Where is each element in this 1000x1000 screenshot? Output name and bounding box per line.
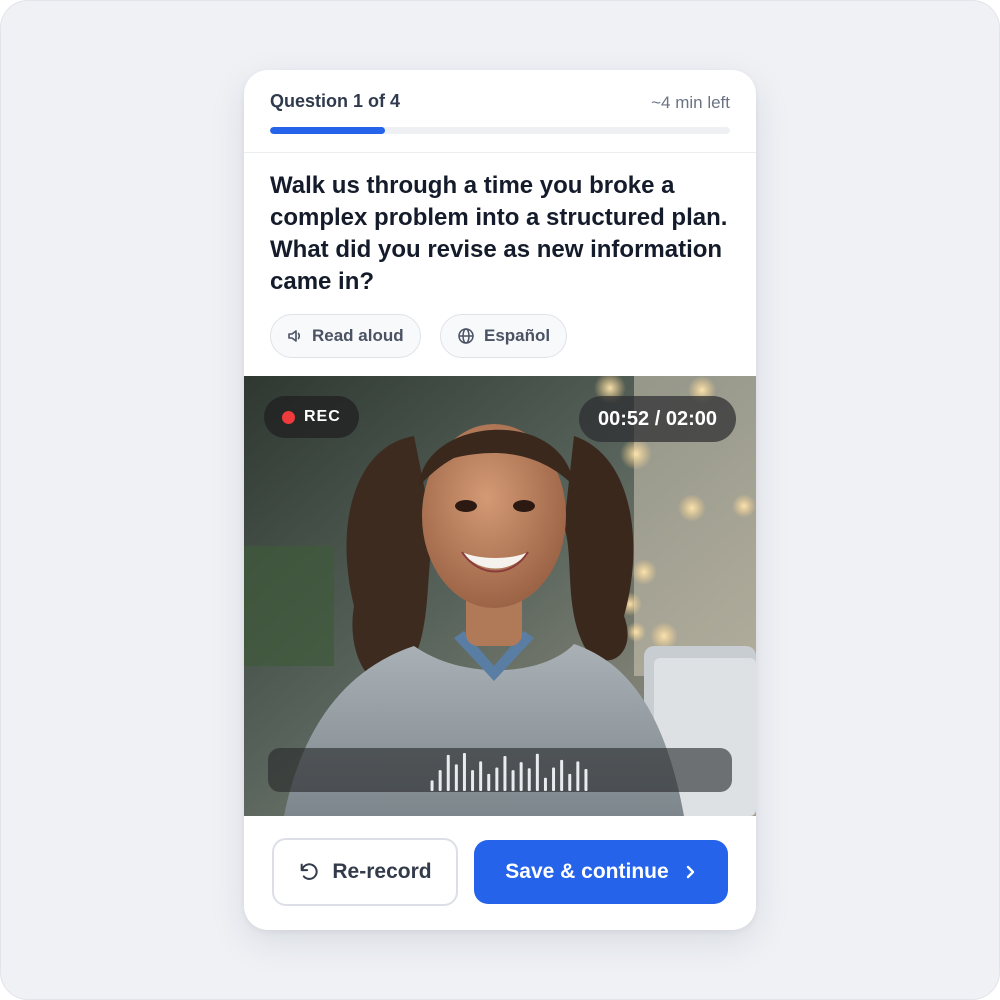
save-label: Save & continue [505, 860, 669, 883]
question-text: Walk us through a time you broke a compl… [270, 172, 728, 295]
camera-preview: REC 00:52 / 02:00 [244, 376, 756, 816]
audio-level-meter [268, 748, 732, 792]
waveform-bar [576, 761, 580, 791]
waveform [430, 753, 588, 791]
question-counter: Question 1 of 4 [270, 91, 401, 111]
question-card: Question 1 of 4 ~4 min left Walk us thro… [244, 70, 756, 930]
waveform-bar [527, 768, 531, 791]
waveform-bar [552, 767, 556, 791]
time-remaining: ~4 min left [651, 93, 730, 112]
waveform-bar [430, 780, 434, 791]
waveform-bar [568, 773, 572, 791]
waveform-bar [519, 762, 523, 791]
waveform-bar [543, 777, 547, 791]
waveform-bar [511, 770, 515, 791]
speaker-icon [288, 330, 301, 342]
waveform-bar [479, 761, 483, 791]
save-continue-button[interactable]: Save & continue [474, 840, 728, 904]
globe-icon [458, 328, 474, 344]
waveform-bar [503, 756, 507, 791]
progress-fill [270, 127, 385, 134]
waveform-bar [487, 773, 491, 791]
read-aloud-button[interactable]: Read aloud [270, 314, 421, 358]
waveform-bar [471, 770, 475, 791]
recording-dot-icon [282, 410, 295, 424]
waveform-bar [438, 770, 442, 791]
waveform-bar [495, 767, 499, 791]
rerecord-button[interactable]: Re-record [272, 838, 458, 906]
rerecord-label: Re-record [332, 860, 432, 883]
read-aloud-label: Read aloud [312, 326, 404, 345]
waveform-bar [446, 754, 450, 791]
recording-timer: 00:52 / 02:00 [579, 396, 736, 442]
language-button[interactable]: Español [440, 314, 568, 358]
card-footer: Re-record Save & continue [244, 816, 756, 930]
card-header: Question 1 of 4 ~4 min left [244, 70, 756, 153]
recording-indicator: REC [264, 396, 359, 438]
waveform-bar [454, 764, 458, 791]
waveform-bar [535, 753, 539, 791]
rotate-ccw-icon [301, 863, 319, 880]
rec-label: REC [304, 408, 341, 425]
progress-bar [270, 127, 730, 134]
waveform-bar [584, 768, 588, 791]
chevron-right-icon [686, 865, 694, 879]
language-label: Español [484, 326, 551, 345]
waveform-bar [462, 753, 466, 791]
waveform-bar [560, 759, 564, 791]
